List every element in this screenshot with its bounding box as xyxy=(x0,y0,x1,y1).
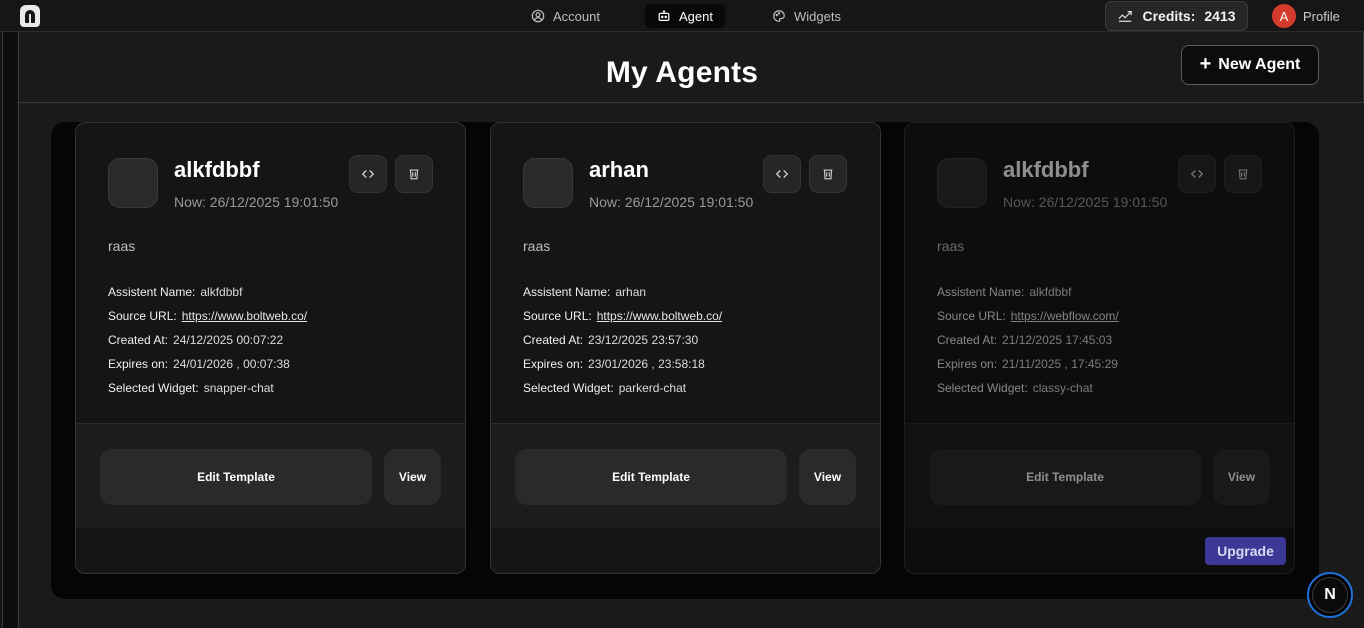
view-button[interactable]: View xyxy=(1213,449,1270,505)
source-url-link[interactable]: https://www.boltweb.co/ xyxy=(597,304,722,328)
selected-widget-value: snapper-chat xyxy=(203,381,274,395)
page-title: My Agents xyxy=(605,56,759,89)
expires-on-label: Expires on: xyxy=(937,357,998,371)
new-agent-button[interactable]: + New Agent xyxy=(1181,45,1319,85)
created-at-label: Created At: xyxy=(937,333,998,347)
tab-widgets-label: Widgets xyxy=(794,8,841,24)
agent-avatar xyxy=(108,158,158,208)
tab-account[interactable]: Account xyxy=(519,4,612,28)
agent-time: Now: 26/12/2025 19:01:50 xyxy=(174,194,339,210)
code-icon xyxy=(1190,170,1204,178)
user-circle-icon xyxy=(531,9,545,23)
agent-description: raas xyxy=(523,238,551,254)
dev-tools-badge[interactable]: N xyxy=(1307,572,1353,618)
created-at-value: 24/12/2025 00:07:22 xyxy=(173,333,284,347)
source-url-label: Source URL: xyxy=(523,309,592,323)
agent-card: alkfdbbf Now: 26/12/2025 19:01:50 raas A… xyxy=(75,122,466,574)
agent-description: raas xyxy=(937,238,965,254)
assistant-name-value: arhan xyxy=(615,285,647,299)
credits-value: 2413 xyxy=(1204,8,1236,24)
selected-widget-label: Selected Widget: xyxy=(937,381,1028,395)
agent-name: arhan xyxy=(589,157,649,182)
code-icon xyxy=(775,170,789,178)
code-icon xyxy=(361,170,375,178)
embed-code-button[interactable] xyxy=(763,155,801,193)
selected-widget-label: Selected Widget: xyxy=(523,381,614,395)
delete-agent-button[interactable] xyxy=(395,155,433,193)
embed-code-button[interactable] xyxy=(1178,155,1216,193)
top-navigation-bar: Account Agent Widgets Credits: 2413 A Pr… xyxy=(0,0,1364,32)
delete-agent-button[interactable] xyxy=(809,155,847,193)
coins-icon xyxy=(1118,11,1133,22)
expires-on-value: 21/11/2025 , 17:45:29 xyxy=(1002,357,1118,371)
source-url-link[interactable]: https://webflow.com/ xyxy=(1011,304,1119,328)
agent-name: alkfdbbf xyxy=(174,157,260,182)
card-actions: Edit Template View xyxy=(905,423,1294,528)
credits-label: Credits: xyxy=(1142,8,1196,24)
selected-widget-value: classy-chat xyxy=(1032,381,1093,395)
avatar: A xyxy=(1272,4,1296,28)
tab-account-label: Account xyxy=(553,8,600,24)
view-button[interactable]: View xyxy=(799,449,856,505)
selected-widget-label: Selected Widget: xyxy=(108,381,199,395)
expires-on-label: Expires on: xyxy=(108,357,169,371)
profile-label: Profile xyxy=(1303,8,1340,24)
expires-on-value: 23/01/2026 , 23:58:18 xyxy=(588,357,705,371)
agent-details: Assistent Name: arhan Source URL: https://… xyxy=(523,280,722,400)
created-at-value: 23/12/2025 23:57:30 xyxy=(588,333,699,347)
upgrade-button[interactable]: Upgrade xyxy=(1205,537,1286,565)
app-logo-icon[interactable] xyxy=(20,5,40,27)
source-url-label: Source URL: xyxy=(108,309,177,323)
trash-icon xyxy=(823,169,833,180)
source-url-label: Source URL: xyxy=(937,309,1006,323)
tab-agent-label: Agent xyxy=(679,8,713,24)
assistant-name-label: Assistent Name: xyxy=(937,285,1025,299)
profile-menu[interactable]: A Profile xyxy=(1272,4,1340,28)
embed-code-button[interactable] xyxy=(349,155,387,193)
edit-template-button[interactable]: Edit Template xyxy=(515,449,787,505)
agent-avatar xyxy=(523,158,573,208)
agent-card-expired: alkfdbbf Now: 26/12/2025 19:01:50 raas A… xyxy=(904,122,1295,574)
assistant-name-label: Assistent Name: xyxy=(108,285,196,299)
agent-time: Now: 26/12/2025 19:01:50 xyxy=(1003,194,1168,210)
robot-icon xyxy=(658,10,670,21)
agent-details: Assistent Name: alkfdbbf Source URL: https… xyxy=(108,280,307,400)
card-actions: Edit Template View xyxy=(491,423,880,528)
card-actions: Edit Template View xyxy=(76,423,465,528)
created-at-value: 21/12/2025 17:45:03 xyxy=(1002,333,1113,347)
assistant-name-label: Assistent Name: xyxy=(523,285,611,299)
view-button[interactable]: View xyxy=(384,449,441,505)
expires-on-label: Expires on: xyxy=(523,357,584,371)
delete-agent-button[interactable] xyxy=(1224,155,1262,193)
agent-description: raas xyxy=(108,238,136,254)
credits-indicator[interactable]: Credits: 2413 xyxy=(1105,1,1248,31)
plus-icon: + xyxy=(1199,53,1212,75)
agent-card: arhan Now: 26/12/2025 19:01:50 raas Assi… xyxy=(490,122,881,574)
edit-template-button[interactable]: Edit Template xyxy=(100,449,372,505)
edit-template-button[interactable]: Edit Template xyxy=(929,449,1201,505)
selected-widget-value: parkerd-chat xyxy=(618,381,687,395)
created-at-label: Created At: xyxy=(108,333,169,347)
tab-widgets[interactable]: Widgets xyxy=(760,4,853,28)
expires-on-value: 24/01/2026 , 00:07:38 xyxy=(173,357,290,371)
agent-details: Assistent Name: alkfdbbf Source URL: https… xyxy=(937,280,1119,400)
created-at-label: Created At: xyxy=(523,333,584,347)
assistant-name-value: alkfdbbf xyxy=(1029,285,1072,299)
tab-agent[interactable]: Agent xyxy=(645,4,725,28)
new-agent-label: New Agent xyxy=(1218,56,1301,73)
agent-avatar xyxy=(937,158,987,208)
trash-icon xyxy=(409,169,419,180)
agent-name: alkfdbbf xyxy=(1003,157,1089,182)
palette-icon xyxy=(773,10,785,22)
agent-time: Now: 26/12/2025 19:01:50 xyxy=(589,194,754,210)
source-url-link[interactable]: https://www.boltweb.co/ xyxy=(182,304,307,328)
nextjs-logo-icon: N xyxy=(1312,577,1348,613)
trash-icon xyxy=(1238,169,1248,180)
assistant-name-value: alkfdbbf xyxy=(200,285,243,299)
